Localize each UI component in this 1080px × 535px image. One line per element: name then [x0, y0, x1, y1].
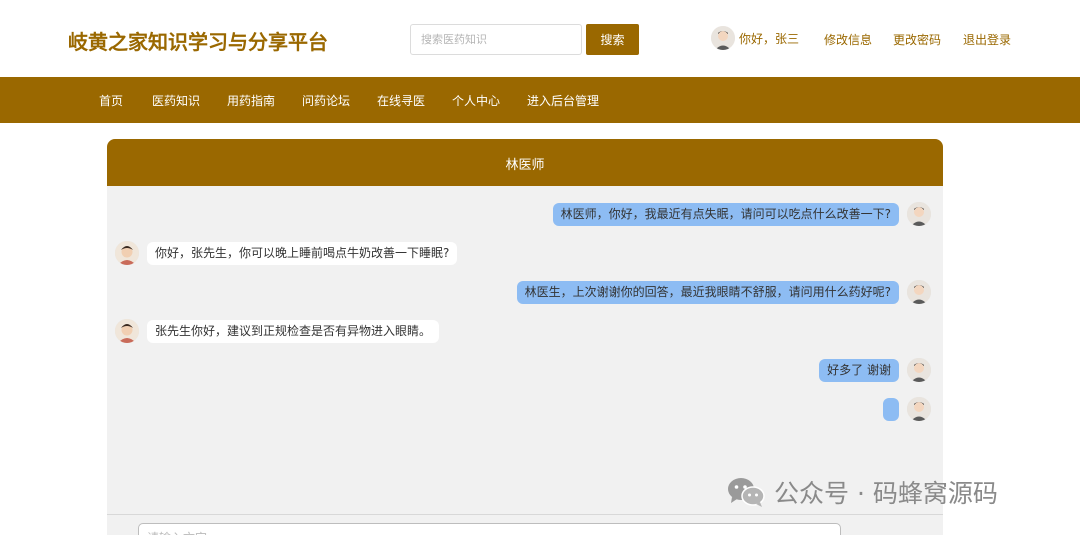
- nav-item-home[interactable]: 首页: [99, 92, 123, 109]
- nav-item-personal-center[interactable]: 个人中心: [452, 92, 500, 109]
- chat-message: 好多了 谢谢: [819, 358, 931, 382]
- watermark: 公众号 · 码蜂窝源码: [726, 474, 998, 510]
- user-avatar[interactable]: [711, 26, 735, 50]
- chat-input-bar: [107, 514, 943, 535]
- message-bubble: [883, 397, 899, 421]
- chat-message: 张先生你好，建议到正规检查是否有异物进入眼睛。: [115, 319, 440, 343]
- message-bubble: 你好，张先生，你可以晚上睡前喝点牛奶改善一下睡眠?: [147, 241, 458, 265]
- message-bubble: 林医生，上次谢谢你的回答，最近我眼睛不舒服，请问用什么药好呢?: [516, 280, 899, 304]
- patient-avatar: [907, 397, 931, 421]
- chat-input[interactable]: [138, 523, 841, 535]
- nav-item-forum[interactable]: 问药论坛: [302, 92, 350, 109]
- nav-item-medical-knowledge[interactable]: 医药知识: [152, 92, 200, 109]
- message-bubble: 林医师，你好，我最近有点失眠，请问可以吃点什么改善一下?: [552, 202, 899, 226]
- chat-message: [883, 397, 931, 421]
- logout-link[interactable]: 退出登录: [963, 31, 1011, 48]
- patient-avatar: [907, 358, 931, 382]
- wechat-icon: [728, 478, 765, 507]
- message-bubble: 张先生你好，建议到正规检查是否有异物进入眼睛。: [147, 319, 440, 343]
- chat-message: 林医生，上次谢谢你的回答，最近我眼睛不舒服，请问用什么药好呢?: [516, 280, 931, 304]
- change-password-link[interactable]: 更改密码: [893, 31, 941, 48]
- nav-item-online-doctor[interactable]: 在线寻医: [377, 92, 425, 109]
- header: 岐黄之家知识学习与分享平台 搜索 你好，张三 修改信息 更改密码 退出登录: [0, 0, 1080, 77]
- search-input[interactable]: [410, 24, 582, 55]
- search-button[interactable]: 搜索: [586, 24, 639, 55]
- message-bubble: 好多了 谢谢: [819, 358, 899, 382]
- edit-info-link[interactable]: 修改信息: [824, 31, 872, 48]
- nav-item-admin[interactable]: 进入后台管理: [527, 92, 599, 109]
- site-title[interactable]: 岐黄之家知识学习与分享平台: [68, 26, 328, 55]
- watermark-text: 公众号 · 码蜂窝源码: [774, 479, 998, 508]
- nav-item-medication-guide[interactable]: 用药指南: [227, 92, 275, 109]
- patient-avatar: [907, 202, 931, 226]
- chat-title: 林医师: [107, 139, 943, 186]
- chat-message: 林医师，你好，我最近有点失眠，请问可以吃点什么改善一下?: [552, 202, 931, 226]
- main-nav: 首页 医药知识 用药指南 问药论坛 在线寻医 个人中心 进入后台管理: [0, 77, 1080, 123]
- doctor-avatar: [115, 319, 139, 343]
- user-area: 你好，张三: [711, 20, 799, 56]
- doctor-avatar: [115, 241, 139, 265]
- user-greeting: 你好，张三: [739, 31, 800, 46]
- patient-avatar: [907, 280, 931, 304]
- chat-message: 你好，张先生，你可以晚上睡前喝点牛奶改善一下睡眠?: [115, 241, 458, 265]
